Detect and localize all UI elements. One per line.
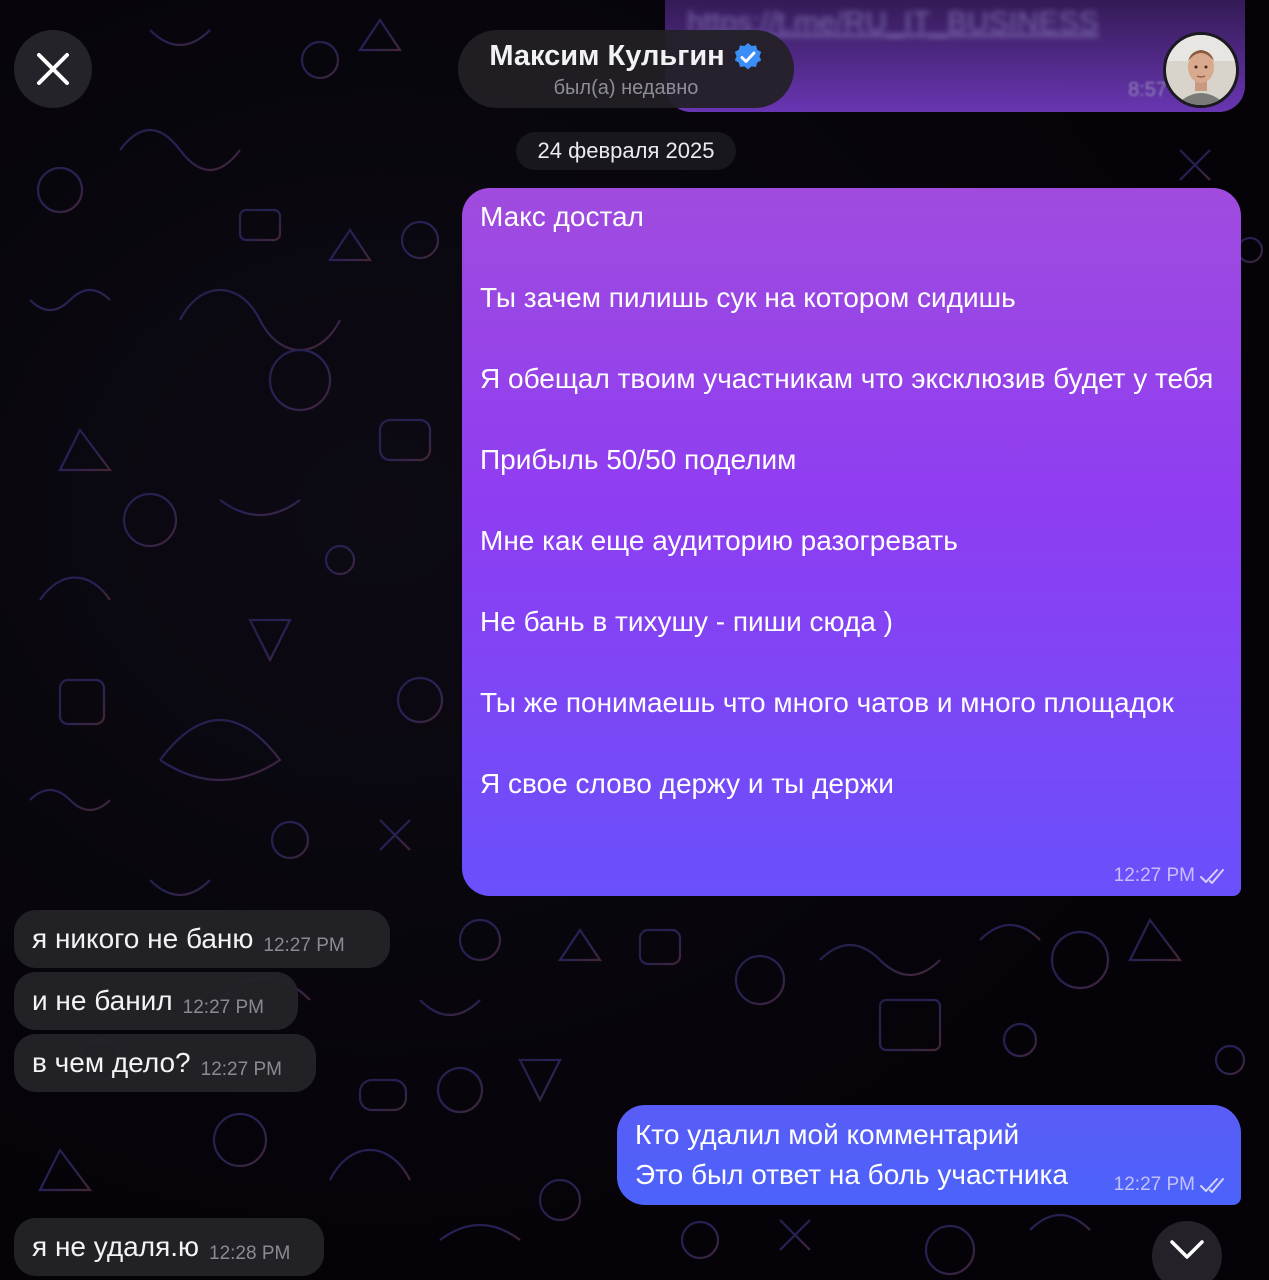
- chat-header[interactable]: Максим Кульгин был(а) недавно: [458, 30, 794, 108]
- message-text: Макс достал Ты зачем пилишь сук на котор…: [480, 201, 1214, 799]
- message-text: я не удаля.ю: [32, 1231, 200, 1262]
- contact-status: был(а) недавно: [553, 77, 699, 99]
- previous-message-time: 8:57: [1128, 79, 1167, 101]
- message-time: 12:28 PM: [209, 1243, 291, 1264]
- message-meta: 12:27 PM: [1114, 1174, 1227, 1196]
- avatar-portrait: [1166, 35, 1236, 105]
- message-text: я никого не баню: [32, 923, 254, 954]
- message-time: 12:27 PM: [263, 935, 345, 956]
- chevron-down-icon: [1170, 1240, 1204, 1259]
- message-text: Кто удалил мой комментарий Это был ответ…: [635, 1115, 1068, 1195]
- double-check-icon: [1200, 869, 1224, 884]
- double-check-icon: [1200, 1178, 1224, 1193]
- message-text: в чем дело?: [32, 1047, 191, 1078]
- message-line: Это был ответ на боль участника: [635, 1159, 1068, 1190]
- date-separator: 24 февраля 2025: [516, 132, 736, 170]
- message-time: 12:27 PM: [1113, 1174, 1195, 1195]
- message-time: 12:27 PM: [1113, 865, 1195, 886]
- incoming-message-bubble[interactable]: я никого не баню 12:27 PM: [14, 910, 390, 968]
- contact-name: Максим Кульгин: [489, 40, 725, 72]
- close-icon: [37, 53, 69, 85]
- close-button[interactable]: [14, 30, 92, 108]
- outgoing-message-bubble[interactable]: Макс достал Ты зачем пилишь сук на котор…: [462, 188, 1241, 896]
- chat-screen: https://t.me/RU_IT_BUSINESS 8:57 Максим …: [0, 0, 1269, 1280]
- message-line: Кто удалил мой комментарий: [635, 1119, 1020, 1150]
- verified-badge-icon: [734, 42, 761, 69]
- incoming-message-bubble[interactable]: я не удаля.ю 12:28 PM: [14, 1218, 324, 1276]
- incoming-message-bubble[interactable]: в чем дело? 12:27 PM: [14, 1034, 316, 1092]
- avatar[interactable]: [1163, 32, 1239, 108]
- message-time: 12:27 PM: [182, 997, 264, 1018]
- message-meta: 12:27 PM: [1114, 865, 1227, 887]
- incoming-message-bubble[interactable]: и не банил 12:27 PM: [14, 972, 298, 1030]
- message-time: 12:27 PM: [200, 1059, 282, 1080]
- message-text: и не банил: [32, 985, 173, 1016]
- outgoing-message-bubble[interactable]: Кто удалил мой комментарий Это был ответ…: [617, 1105, 1241, 1205]
